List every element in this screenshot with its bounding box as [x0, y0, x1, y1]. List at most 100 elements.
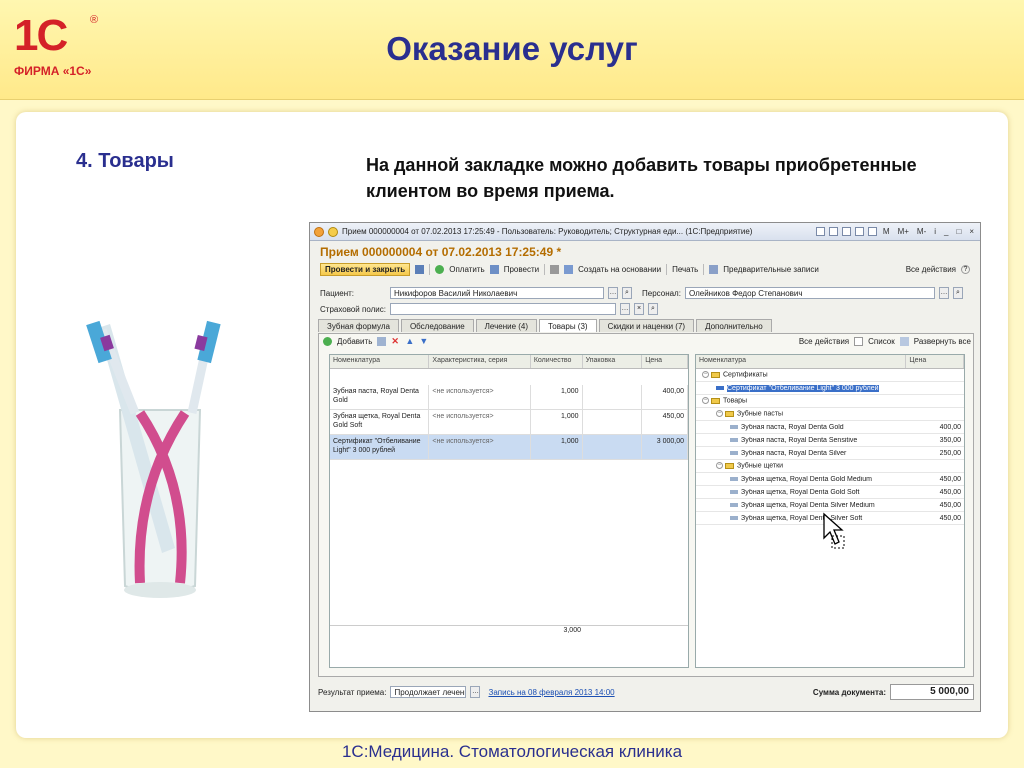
tree-name-cell: − Зубные щетки — [696, 462, 906, 470]
clear-icon[interactable]: × — [634, 303, 644, 315]
select-button[interactable]: … — [620, 303, 630, 315]
print-button[interactable]: Печать — [672, 265, 698, 274]
table-row[interactable]: Зубная щетка, Royal Denta Gold Soft <не … — [330, 410, 688, 435]
post-and-close-button[interactable]: Провести и закрыть — [320, 262, 411, 276]
expand-all-button[interactable]: Развернуть все — [914, 337, 971, 346]
insurance-field[interactable] — [390, 303, 616, 315]
tree-price-cell: 400,00 — [939, 423, 961, 431]
tab-bar: Зубная формула Обследование Лечение (4) … — [318, 319, 772, 332]
tree-item-row[interactable]: Зубная паста, Royal Denta Gold 400,00 — [696, 421, 964, 434]
tree-item-row[interactable]: Зубная щетка, Royal Denta Silver Medium 4… — [696, 499, 964, 512]
all-actions-menu[interactable]: Все действия — [906, 265, 956, 274]
tree-name-cell: Зубная паста, Royal Denta Sensitive — [696, 437, 906, 444]
minimize-button[interactable]: _ — [942, 227, 950, 236]
move-down-icon[interactable]: ▼ — [419, 337, 428, 346]
slide-header: 1С ® ФИРМА «1С» Оказание услуг — [0, 0, 1024, 100]
delete-icon[interactable]: ✕ — [391, 337, 400, 346]
search-icon[interactable]: ⌕ — [622, 287, 632, 299]
tree-item-label: Зубная щетка, Royal Denta Gold Medium — [741, 475, 872, 483]
table-row[interactable]: Зубная паста, Royal Denta Gold <не испол… — [330, 385, 688, 410]
save-icon[interactable] — [415, 264, 425, 274]
help-icon[interactable]: ? — [961, 264, 970, 274]
col-price[interactable]: Цена — [642, 355, 688, 368]
tree-item-row[interactable]: Зубная паста, Royal Denta Silver 250,00 — [696, 447, 964, 460]
tree-group-row[interactable]: − Зубные пасты — [696, 408, 964, 421]
slide-footer: 1С:Медицина. Стоматологическая клиника — [341, 742, 683, 761]
memory-minus-button[interactable]: M- — [915, 227, 928, 236]
tab-treatment[interactable]: Лечение (4) — [475, 319, 538, 332]
post-button[interactable]: Провести — [504, 265, 539, 274]
select-button[interactable]: … — [470, 686, 481, 698]
calculator-icon[interactable] — [867, 227, 877, 236]
close-button[interactable]: × — [967, 227, 976, 236]
pay-button[interactable]: Оплатить — [449, 265, 484, 274]
select-button[interactable]: … — [608, 287, 618, 299]
app-menu-icon[interactable] — [314, 226, 324, 237]
collapse-toggle-icon[interactable]: − — [702, 397, 709, 405]
insurance-row: Страховой полис: … × ⌕ — [320, 303, 658, 315]
maximize-button[interactable]: □ — [954, 227, 963, 236]
create-basis-icon — [564, 264, 574, 274]
tab-goods[interactable]: Товары (3) — [539, 319, 597, 332]
col-package[interactable]: Упаковка — [583, 355, 643, 368]
list-checkbox[interactable] — [854, 337, 864, 346]
tree-body: − Сертификаты Сертификат "Отбеливание Ligh… — [696, 369, 964, 525]
col-tree-price[interactable]: Цена — [906, 355, 964, 368]
memory-plus-button[interactable]: M+ — [896, 227, 911, 236]
tree-item-label: Зубная щетка, Royal Denta Gold Soft — [741, 488, 860, 496]
appointment-link[interactable]: Запись на 08 февраля 2013 14:00 — [488, 688, 614, 697]
add-button[interactable]: Добавить — [337, 337, 372, 346]
table-row[interactable]: Сертификат "Отбеливание Light" 3 000 руб… — [330, 435, 688, 460]
col-nomenclature[interactable]: Номенклатура — [330, 355, 430, 368]
goods-subbar: Добавить ✕ ▲ ▼ Все действия Список Разве… — [323, 337, 971, 346]
col-characteristic[interactable]: Характеристика, серия — [429, 355, 531, 368]
tab-examination[interactable]: Обследование — [400, 319, 474, 332]
create-basis-button[interactable]: Создать на основании — [578, 265, 661, 274]
result-field[interactable]: Продолжает лечение — [390, 686, 467, 698]
all-actions-menu[interactable]: Все действия — [799, 337, 849, 346]
tree-item-row[interactable]: Зубная щетка, Royal Denta Gold Medium 450… — [696, 473, 964, 486]
prelim-records-button[interactable]: Предварительные записи — [723, 265, 819, 274]
personal-field[interactable]: Олейников Федор Степанович — [684, 287, 935, 299]
tree-group-row[interactable]: − Товары — [696, 395, 964, 408]
select-button[interactable]: … — [938, 287, 949, 299]
search-icon[interactable]: ⌕ — [648, 303, 658, 315]
collapse-toggle-icon[interactable]: − — [702, 371, 709, 379]
tree-name-cell: − Сертификаты — [696, 371, 906, 379]
window-title: Прием 000000004 от 07.02.2013 17:25:49 -… — [342, 227, 753, 236]
collapse-toggle-icon[interactable]: − — [716, 410, 723, 418]
memory-button[interactable]: M — [881, 227, 892, 236]
info-button[interactable]: i — [932, 227, 938, 236]
move-up-icon[interactable]: ▲ — [405, 337, 414, 346]
tree-item-row[interactable]: Зубная щетка, Royal Denta Gold Soft 450,0… — [696, 486, 964, 499]
tree-header: Номенклатура Цена — [696, 355, 964, 369]
dropdown-icon[interactable] — [328, 226, 338, 237]
tree-item-row[interactable]: Сертификат "Отбеливание Light" 3 000 руб… — [696, 382, 964, 395]
tree-item-row[interactable]: Зубная паста, Royal Denta Sensitive 350,0… — [696, 434, 964, 447]
section-title: 4. Товары — [76, 150, 174, 172]
col-tree-nomenclature[interactable]: Номенклатура — [696, 355, 907, 368]
calendar-icon[interactable] — [854, 227, 864, 236]
tab-dental-formula[interactable]: Зубная формула — [318, 319, 399, 332]
cell-pack — [583, 385, 643, 409]
search-icon[interactable]: ⌕ — [952, 287, 963, 299]
home-icon[interactable] — [841, 227, 851, 236]
folder-icon — [711, 397, 720, 404]
tab-additional[interactable]: Дополнительно — [696, 319, 772, 332]
tab-discounts[interactable]: Скидки и наценки (7) — [598, 319, 695, 332]
tree-name-cell: Зубная щетка, Royal Denta Gold Medium — [696, 476, 906, 483]
cell-price: 3 000,00 — [642, 435, 688, 459]
patient-field[interactable]: Никифоров Василий Николаевич — [390, 287, 604, 299]
item-icon — [730, 502, 738, 507]
collapse-toggle-icon[interactable]: − — [716, 462, 723, 470]
document-header: Прием 000000004 от 07.02.2013 17:25:49 * — [320, 245, 562, 259]
col-quantity[interactable]: Количество — [531, 355, 583, 368]
save-icon[interactable] — [815, 227, 825, 236]
history-icon[interactable] — [828, 227, 838, 236]
tree-group-row[interactable]: − Зубные щетки — [696, 460, 964, 473]
list-label[interactable]: Список — [868, 337, 895, 346]
tree-item-label: Зубная паста, Royal Denta Sensitive — [741, 436, 858, 444]
tree-group-row[interactable]: − Сертификаты — [696, 369, 964, 382]
tools-icon[interactable] — [550, 264, 560, 274]
copy-icon[interactable] — [377, 337, 387, 346]
